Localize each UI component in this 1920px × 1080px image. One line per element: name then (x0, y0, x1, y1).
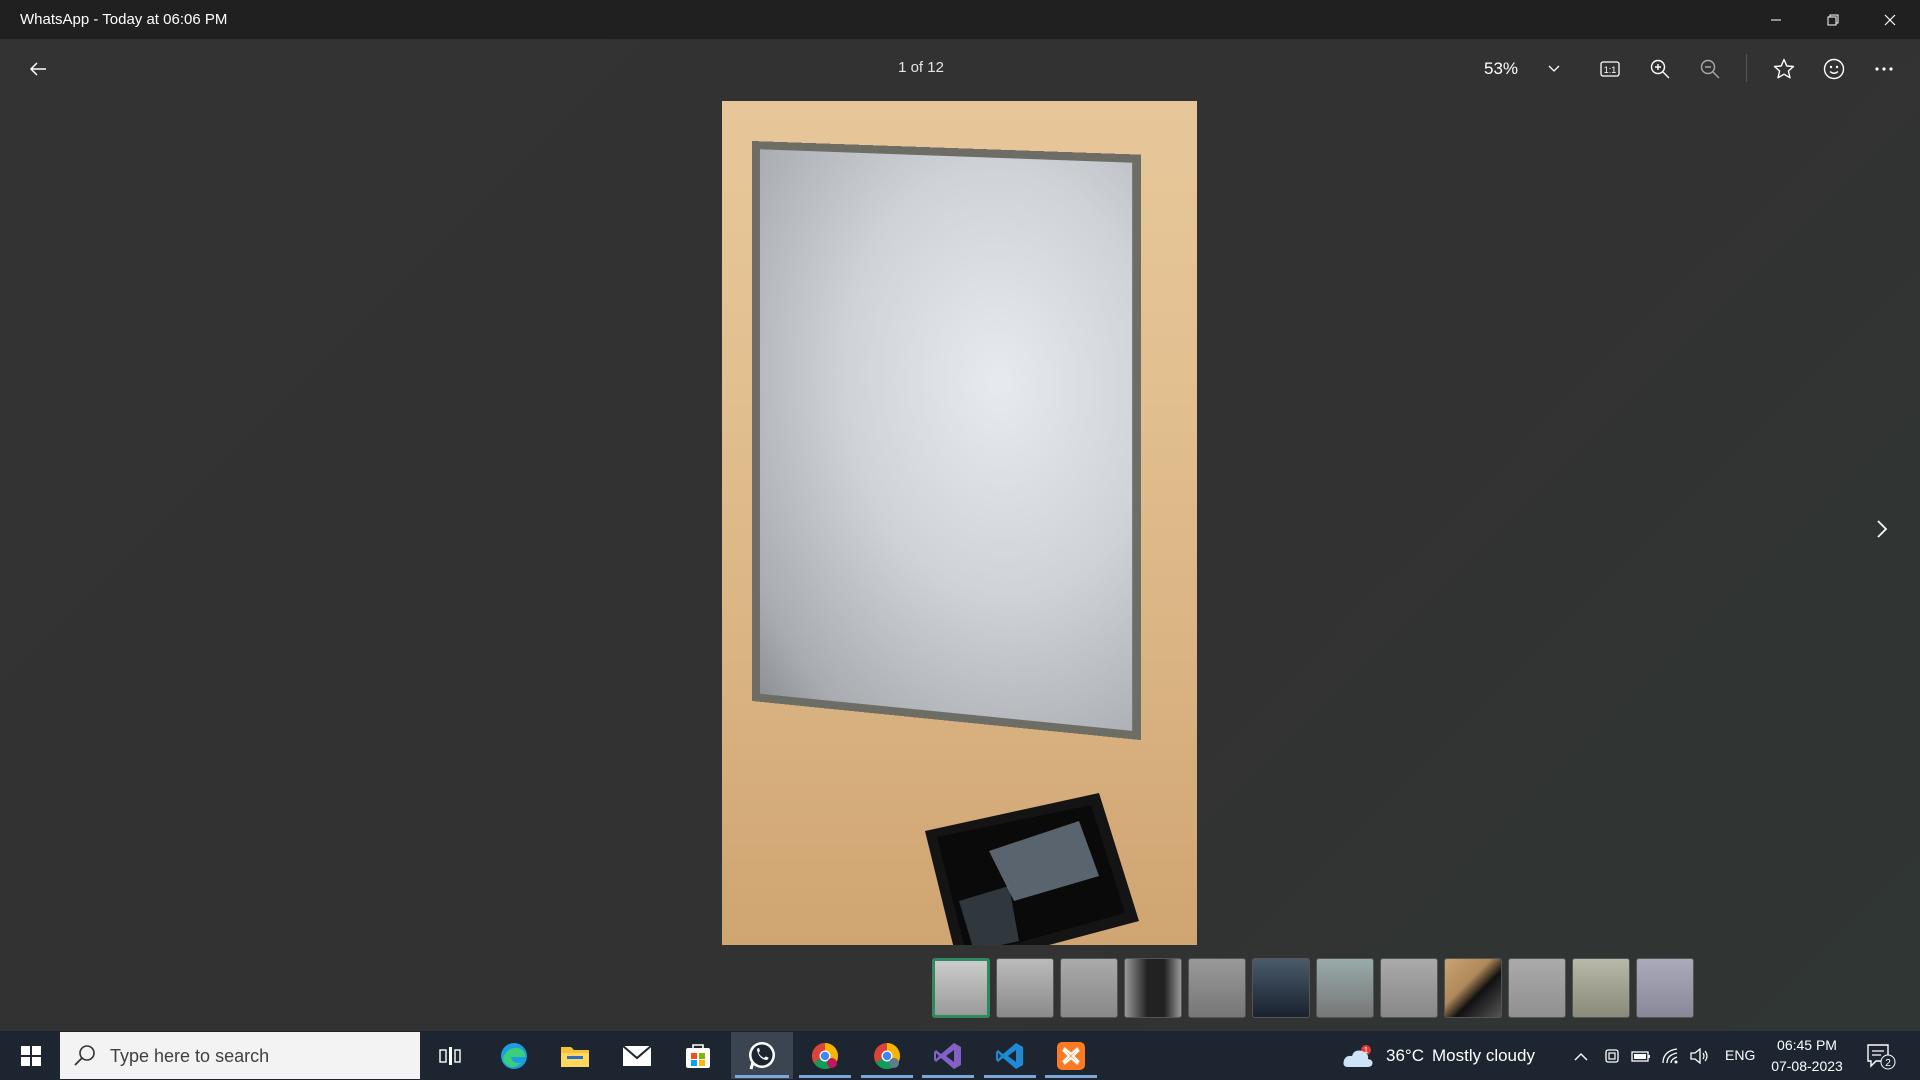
window-title: WhatsApp - Today at 06:06 PM (20, 11, 228, 28)
chrome-icon (874, 1042, 901, 1069)
mail-icon (622, 1044, 652, 1066)
photo-viewer: 1 of 12 53% 1:1 (0, 39, 1920, 1031)
thumbnail[interactable] (1444, 958, 1502, 1018)
zoom-out-icon (1700, 59, 1720, 79)
chevron-down-icon (1548, 65, 1560, 72)
svg-text:1:1: 1:1 (1604, 65, 1617, 75)
battery-button[interactable] (1629, 1043, 1653, 1069)
actual-size-icon: 1:1 (1600, 61, 1620, 77)
show-hidden-icons-button[interactable] (1570, 1043, 1592, 1069)
clock[interactable]: 06:45 PM 07-08-2023 (1764, 1035, 1850, 1077)
whatsapp-icon (749, 1041, 775, 1069)
thumbnail[interactable] (1508, 958, 1566, 1018)
thumbnail[interactable] (1636, 958, 1694, 1018)
filmstrip (932, 958, 1694, 1020)
clock-time: 06:45 PM (1777, 1037, 1837, 1053)
minimize-icon (1771, 19, 1781, 20)
weather-widget[interactable]: 1 36°C Mostly cloudy (1342, 1043, 1535, 1069)
chevron-right-icon (1877, 520, 1888, 538)
task-view-button[interactable] (420, 1032, 480, 1079)
title-bar: WhatsApp - Today at 06:06 PM (0, 0, 1920, 39)
star-icon (1773, 58, 1795, 79)
minimize-button[interactable] (1748, 0, 1804, 39)
thumbnail[interactable] (932, 958, 990, 1018)
thumbnail[interactable] (1252, 958, 1310, 1018)
back-arrow-icon (29, 62, 46, 76)
thumbnail[interactable] (1316, 958, 1374, 1018)
thumbnail[interactable] (1572, 958, 1630, 1018)
back-button[interactable] (18, 49, 58, 89)
microsoft-store-button[interactable] (668, 1032, 728, 1079)
more-options-button[interactable] (1864, 49, 1904, 89)
network-button[interactable] (1659, 1043, 1683, 1069)
windows-logo-icon (21, 1046, 41, 1066)
laptop-image (925, 793, 1139, 945)
notification-count: 2 (1885, 1058, 1891, 1069)
thumbnail[interactable] (1380, 958, 1438, 1018)
input-language[interactable]: ENG (1725, 1047, 1755, 1063)
restore-button[interactable] (1805, 0, 1861, 39)
zoom-out-button[interactable] (1690, 49, 1730, 89)
thumbnail[interactable] (1188, 958, 1246, 1018)
edge-icon (501, 1042, 527, 1069)
vscode-icon (996, 1042, 1023, 1069)
search-placeholder: Type here to search (110, 1046, 270, 1066)
close-icon (1884, 14, 1896, 25)
chevron-up-icon (1574, 1052, 1588, 1060)
mail-button[interactable] (607, 1032, 667, 1079)
whiteboard-photo (722, 101, 1197, 945)
wifi-icon (1662, 1048, 1678, 1064)
task-view-icon (439, 1046, 461, 1065)
next-image-button[interactable] (1862, 509, 1902, 549)
notification-center-button[interactable]: 2 (1862, 1041, 1902, 1071)
vs-code-button[interactable] (980, 1032, 1040, 1079)
zoom-level[interactable]: 53% (1484, 59, 1518, 79)
weather-badge: 1 (1364, 1046, 1369, 1055)
clock-date: 07-08-2023 (1771, 1058, 1843, 1074)
battery-icon (1631, 1051, 1650, 1062)
whiteboard (752, 141, 1141, 741)
thumbnail[interactable] (996, 958, 1054, 1018)
chrome-taskbar-button-2[interactable] (857, 1032, 917, 1079)
taskbar-search-box[interactable]: Type here to search (60, 1032, 420, 1079)
store-icon (686, 1043, 710, 1068)
thumbnail[interactable] (1060, 958, 1118, 1018)
temperature: 36°C (1386, 1046, 1424, 1065)
visual-studio-button[interactable] (918, 1032, 978, 1079)
volume-icon (1690, 1048, 1708, 1064)
actual-size-button[interactable]: 1:1 (1590, 49, 1630, 89)
zoom-in-button[interactable] (1640, 49, 1680, 89)
toolbar-divider (1746, 54, 1747, 82)
weather-condition: Mostly cloudy (1431, 1046, 1535, 1065)
notification-icon: 2 (1867, 1044, 1896, 1070)
thumbnail[interactable] (1124, 958, 1182, 1018)
favorite-button[interactable] (1764, 49, 1804, 89)
zoom-in-icon (1650, 59, 1670, 79)
meet-now-button[interactable] (1600, 1043, 1624, 1069)
more-icon (1875, 67, 1893, 71)
visual-studio-icon (934, 1042, 961, 1069)
chrome-icon (811, 1042, 839, 1069)
zoom-dropdown-button[interactable] (1534, 49, 1574, 89)
start-button[interactable] (12, 1043, 50, 1069)
search-icon (74, 1045, 95, 1066)
image-counter: 1 of 12 (898, 59, 944, 76)
react-button[interactable] (1814, 49, 1854, 89)
cloud-icon: 1 (1343, 1045, 1373, 1067)
meet-now-icon (1605, 1049, 1619, 1063)
close-button[interactable] (1862, 0, 1918, 39)
xampp-icon (1057, 1041, 1085, 1070)
edge-taskbar-button[interactable] (484, 1032, 544, 1079)
folder-icon (561, 1046, 589, 1067)
volume-button[interactable] (1688, 1043, 1712, 1069)
chrome-taskbar-button-1[interactable] (795, 1032, 855, 1079)
whatsapp-taskbar-button[interactable] (731, 1032, 793, 1079)
xampp-button[interactable] (1041, 1032, 1101, 1079)
restore-icon (1827, 14, 1839, 25)
smiley-icon (1823, 58, 1845, 80)
taskbar: Type here to search 1 36°C Mostly cloudy (0, 1031, 1920, 1080)
file-explorer-button[interactable] (545, 1032, 605, 1079)
